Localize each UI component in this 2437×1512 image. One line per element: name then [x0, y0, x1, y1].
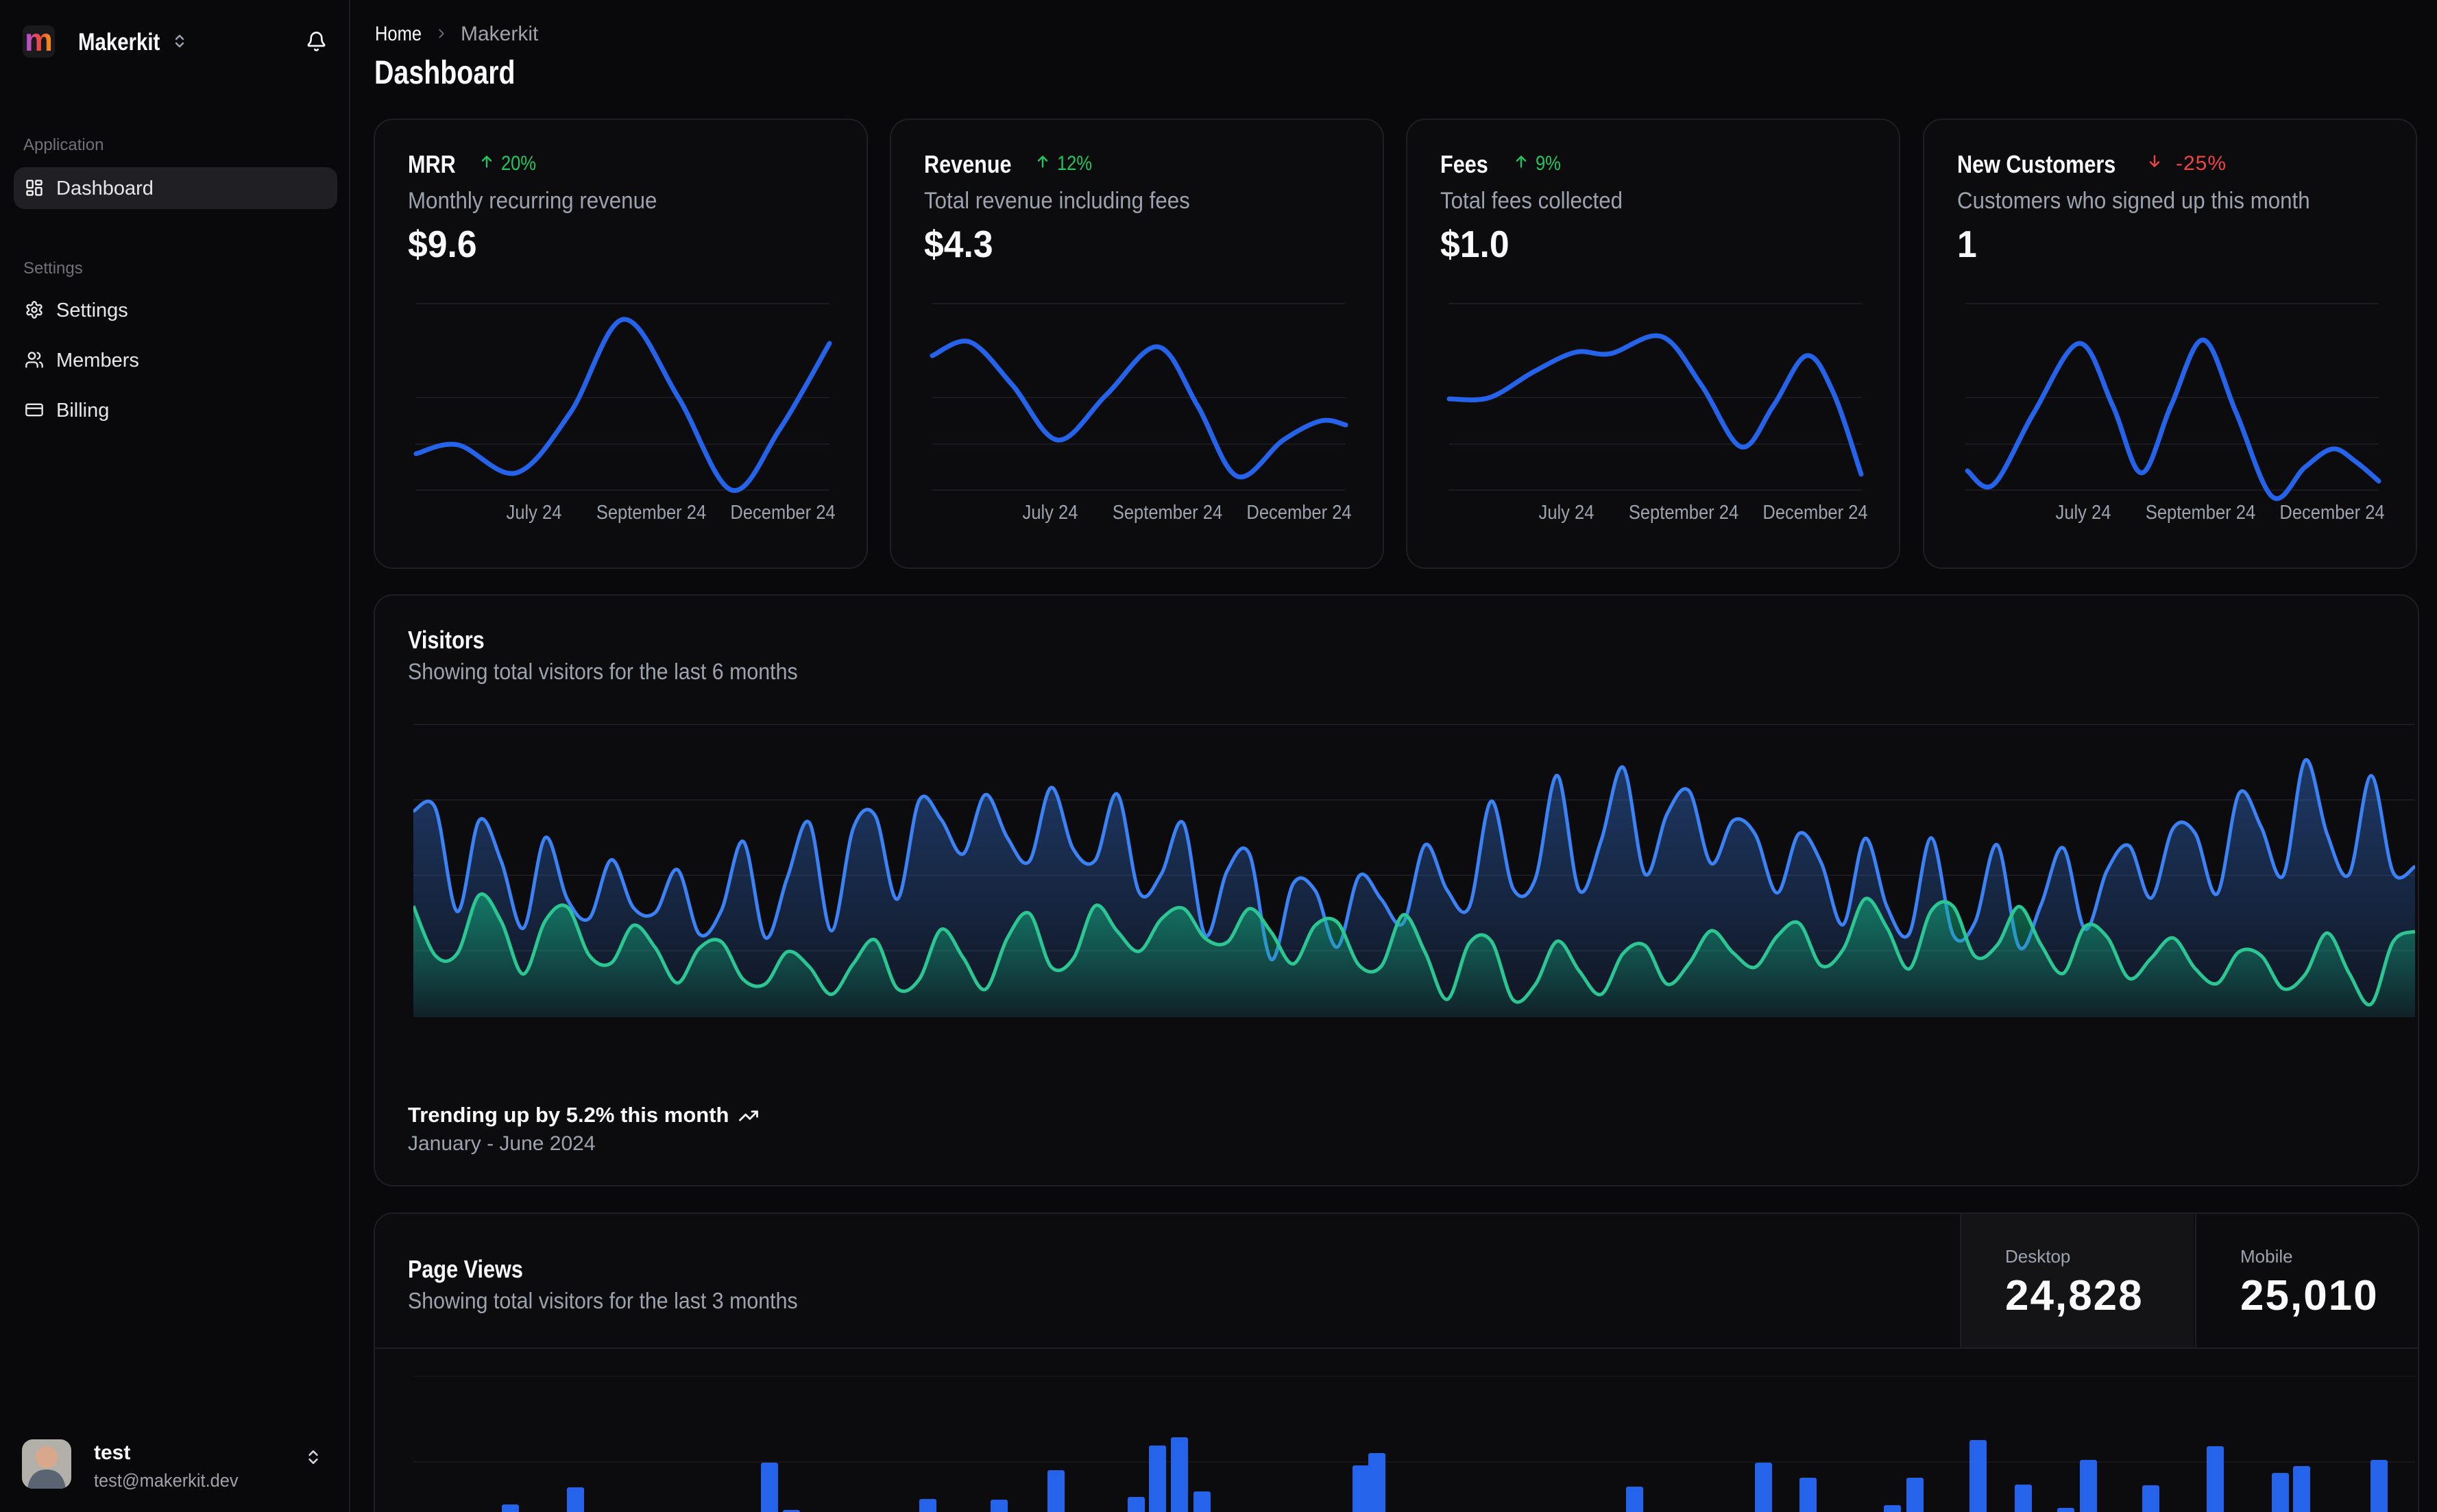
- svg-text:m: m: [25, 25, 53, 58]
